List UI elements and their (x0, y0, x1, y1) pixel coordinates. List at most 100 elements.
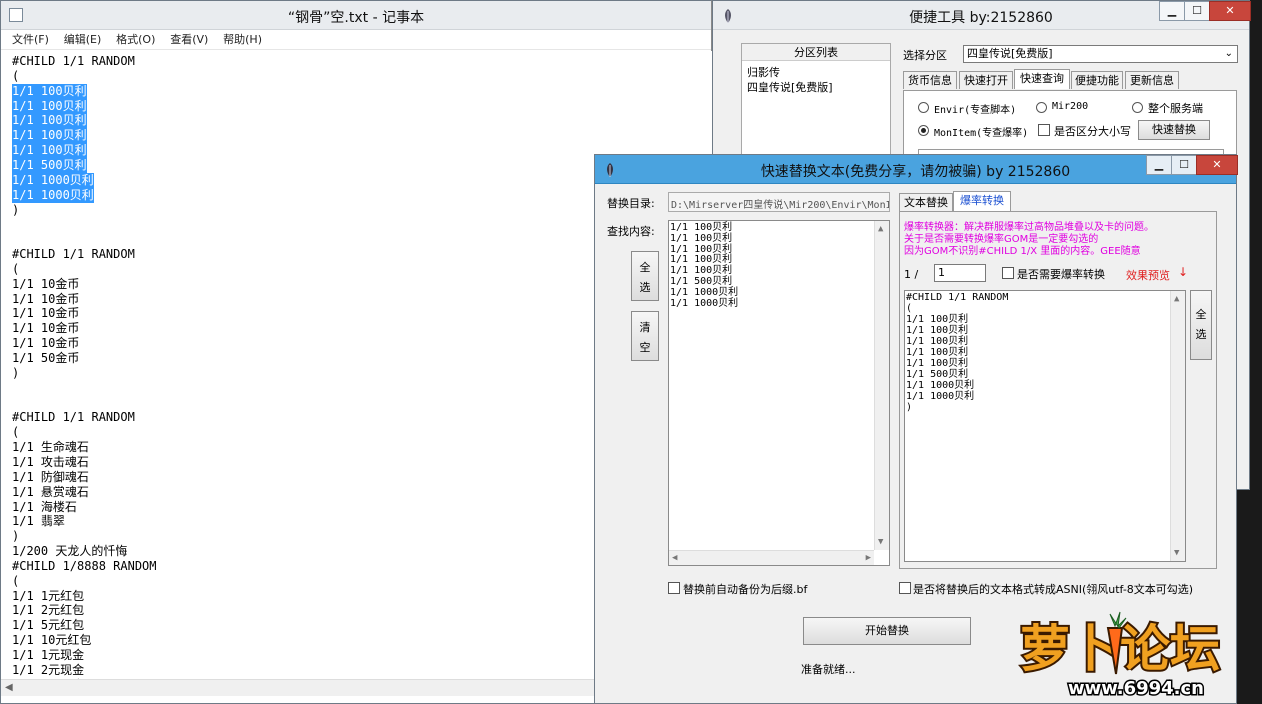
notepad-titlebar[interactable]: “钢骨”空.txt - 记事本 (1, 1, 711, 30)
rate-convert-label: 是否需要爆率转换 (1017, 268, 1105, 281)
scroll-up-icon[interactable]: ▲ (1174, 294, 1179, 304)
notepad-line: #CHILD 1/8888 RANDOM (12, 558, 157, 573)
scroll-up-icon[interactable]: ▲ (878, 224, 883, 234)
status-text: 准备就绪... (801, 663, 856, 676)
preview-select-all-button[interactable]: 全选 (1190, 290, 1212, 360)
radio-whole-server[interactable] (1132, 102, 1143, 113)
scroll-left-icon[interactable]: ◀ (672, 553, 677, 563)
tool-tabs: 货币信息 快速打开 快速查询 便捷功能 更新信息 (903, 69, 1237, 91)
preview-line: 1/1 500贝利 (906, 369, 969, 380)
preview-textarea[interactable]: ▲ ▼ #CHILD 1/1 RANDOM(1/1 100贝利 1/1 100贝利… (904, 290, 1186, 562)
notepad-line: 1/1 100贝利 (12, 83, 87, 99)
notepad-line: 1/1 2元现金 (12, 662, 85, 677)
quick-replace-button[interactable]: 快速替换 (1138, 120, 1210, 140)
close-button[interactable]: ✕ (1209, 1, 1251, 21)
clear-button[interactable]: 清空 (631, 311, 659, 361)
notepad-line: #CHILD 1/1 RANDOM (12, 410, 135, 425)
find-line: 1/1 100贝利 (670, 265, 733, 277)
find-line: 1/1 1000贝利 (670, 297, 739, 309)
menu-file[interactable]: 文件(F) (12, 31, 49, 49)
partition-select[interactable]: 四皇传说[免费版] ⌄ (963, 45, 1238, 63)
partition-item[interactable]: 归影传 (747, 64, 780, 80)
tab-text-replace[interactable]: 文本替换 (899, 193, 953, 211)
select-partition-label: 选择分区 (903, 49, 947, 62)
find-content-label: 查找内容: (607, 225, 655, 238)
preview-line: ) (906, 402, 913, 413)
scroll-down-icon[interactable]: ▼ (1174, 548, 1179, 558)
radio-whole-server-label: 整个服务端 (1148, 102, 1203, 115)
find-line: 1/1 1000贝利 (670, 286, 739, 298)
partition-item[interactable]: 四皇传说[免费版] (747, 79, 833, 95)
preview-line: 1/1 100贝利 (906, 336, 969, 347)
close-button[interactable]: ✕ (1196, 155, 1238, 175)
replace-dir-field[interactable]: D:\Mirserver四皇传说\Mir200\Envir\MonIte (668, 192, 890, 212)
menu-format[interactable]: 格式(O) (116, 31, 155, 49)
notepad-line: 1/1 1000贝利 (12, 187, 94, 203)
radio-envir[interactable] (918, 102, 929, 113)
preview-vertical-scrollbar[interactable]: ▲ ▼ (1170, 291, 1185, 561)
preview-line: 1/1 100贝利 (906, 314, 969, 325)
find-content-textarea[interactable]: ▲ ▼ ◀ ▶ 1/1 100贝利 1/1 100贝利 1/1 100贝利 1/1 1… (668, 220, 890, 566)
minimize-button[interactable]: ▁ (1159, 1, 1185, 21)
minimize-button[interactable]: ▁ (1146, 155, 1172, 175)
notepad-line: 1/1 100贝利 (12, 128, 87, 144)
maximize-button[interactable]: ☐ (1184, 1, 1210, 21)
find-horizontal-scrollbar[interactable]: ◀ ▶ (669, 550, 874, 565)
notepad-line: 1/1 1元红包 (12, 588, 85, 603)
ansi-checkbox[interactable] (899, 582, 911, 594)
preview-arrow-icon: ↓ (1178, 265, 1189, 279)
clear-text: 清空 (639, 321, 651, 354)
radio-monitem[interactable] (918, 125, 929, 136)
notepad-line: 1/1 10元红包 (12, 633, 92, 648)
notepad-line: #CHILD 1/1 RANDOM (12, 54, 135, 68)
ansi-label: 是否将替换后的文本格式转成ASNI(翎风utf-8文本可勾选) (913, 583, 1194, 596)
menu-edit[interactable]: 编辑(E) (64, 31, 102, 49)
notepad-menubar: 文件(F) 编辑(E) 格式(O) 查看(V) 帮助(H) (1, 31, 711, 50)
tab-quick-open[interactable]: 快速打开 (959, 71, 1013, 89)
notepad-line: 1/1 10金币 (12, 306, 80, 321)
backup-checkbox[interactable] (668, 582, 680, 594)
start-replace-button[interactable]: 开始替换 (803, 617, 971, 645)
info-line: 因为GOM不识别#CHILD 1/X 里面的内容。GEE随意 (904, 246, 1141, 257)
tab-currency-info[interactable]: 货币信息 (903, 71, 957, 89)
rate-input[interactable]: 1 (934, 264, 986, 282)
replace-dir-label: 替换目录: (607, 197, 655, 210)
scroll-left-icon[interactable]: ◀ (5, 682, 13, 693)
notepad-line: 1/1 2元红包 (12, 603, 85, 618)
tab-convenience[interactable]: 便捷功能 (1071, 71, 1123, 89)
case-sensitive-checkbox[interactable] (1038, 124, 1050, 136)
find-vertical-scrollbar[interactable]: ▲ ▼ (874, 221, 889, 550)
menu-help[interactable]: 帮助(H) (223, 31, 262, 49)
maximize-button[interactable]: ☐ (1171, 155, 1197, 175)
backup-label: 替换前自动备份为后缀.bf (683, 583, 808, 596)
notepad-title: “钢骨”空.txt - 记事本 (287, 10, 425, 26)
notepad-line: 1/1 悬赏魂石 (12, 484, 89, 499)
preview-line: ( (906, 303, 913, 314)
preview-line: 1/1 1000贝利 (906, 380, 975, 391)
preview-line: 1/1 1000贝利 (906, 391, 975, 402)
site-logo: 萝卜论坛 www.6994.cn (1012, 604, 1244, 701)
notepad-line: ) (12, 202, 20, 217)
rate-convert-panel: 爆率转换器：解决群服爆率过高物品堆叠以及卡的问题。 关于是否需要转换爆率GOM是… (899, 211, 1217, 569)
notepad-line: 1/1 10金币 (12, 321, 80, 336)
radio-envir-label: Envir(专查脚本) (934, 105, 1017, 116)
case-sensitive-label: 是否区分大小写 (1054, 125, 1131, 138)
find-line: 1/1 100贝利 (670, 254, 733, 266)
preview-line: 1/1 100贝利 (906, 325, 969, 336)
tab-quick-query[interactable]: 快速查询 (1014, 69, 1070, 89)
notepad-line: ) (12, 365, 20, 380)
scroll-right-icon[interactable]: ▶ (866, 553, 871, 563)
select-all-button[interactable]: 全选 (631, 251, 659, 301)
radio-mir200[interactable] (1036, 102, 1047, 113)
tab-rate-convert[interactable]: 爆率转换 (953, 191, 1011, 211)
rate-convert-checkbox[interactable] (1002, 267, 1014, 279)
replace-titlebar[interactable]: 快速替换文本(免费分享，请勿被骗) by 2152860 ▁ ☐ ✕ (595, 155, 1238, 184)
menu-view[interactable]: 查看(V) (170, 31, 208, 49)
notepad-line: ( (12, 425, 20, 440)
find-line: 1/1 100贝利 (670, 243, 733, 255)
scroll-down-icon[interactable]: ▼ (878, 537, 883, 547)
notepad-line: ) (12, 529, 20, 544)
partition-list-header: 分区列表 (742, 44, 890, 61)
tool-titlebar[interactable]: 便捷工具 by:2152860 ▁ ☐ ✕ (713, 1, 1251, 30)
tab-update-info[interactable]: 更新信息 (1125, 71, 1179, 89)
